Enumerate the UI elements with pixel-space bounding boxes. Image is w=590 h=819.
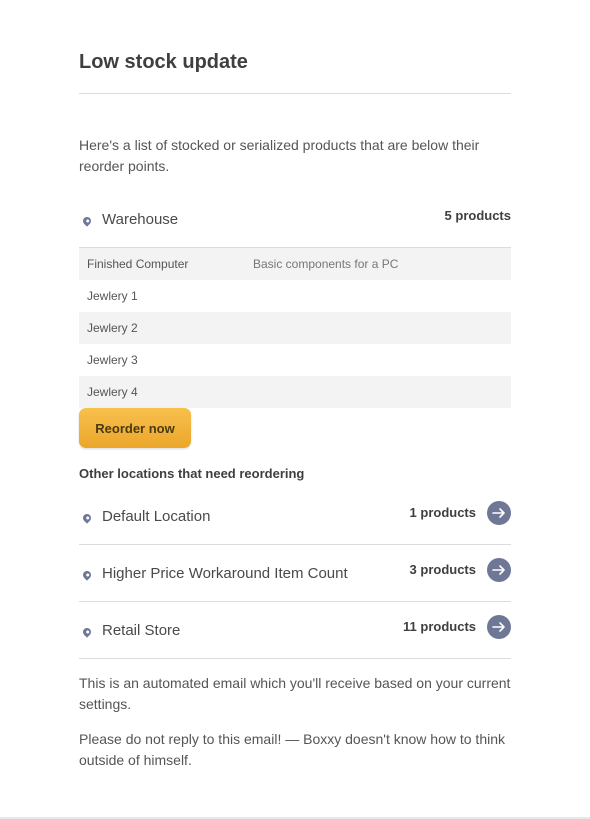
table-row: Jewlery 1	[79, 280, 511, 312]
product-description: Basic components for a PC	[253, 257, 399, 271]
product-name: Jewlery 2	[87, 321, 138, 335]
other-locations-heading: Other locations that need reordering	[79, 466, 305, 481]
location-pin-icon	[81, 512, 93, 524]
location-name: Higher Price Workaround Item Count	[102, 565, 348, 582]
product-name: Finished Computer	[87, 257, 189, 271]
location-count: 3 products	[409, 562, 476, 577]
product-name: Jewlery 4	[87, 385, 138, 399]
primary-location: Warehouse 5 products	[79, 208, 511, 238]
location-count: 5 products	[444, 208, 511, 223]
product-table: Finished Computer Basic components for a…	[79, 247, 511, 408]
location-row-retail-store[interactable]: Retail Store 11 products	[79, 615, 511, 649]
product-name: Jewlery 3	[87, 353, 138, 367]
table-row: Jewlery 3	[79, 344, 511, 376]
location-name: Default Location	[102, 508, 211, 525]
arrow-right-icon[interactable]	[487, 615, 511, 639]
row-divider	[79, 658, 511, 659]
row-divider	[79, 544, 511, 545]
location-name: Warehouse	[102, 211, 179, 228]
location-row-higher-price[interactable]: Higher Price Workaround Item Count 3 pro…	[79, 558, 511, 592]
location-name: Retail Store	[102, 622, 181, 639]
table-row: Jewlery 2	[79, 312, 511, 344]
location-count: 1 products	[409, 505, 476, 520]
automated-notice: This is an automated email which you'll …	[79, 675, 511, 712]
arrow-right-icon[interactable]	[487, 501, 511, 525]
arrow-right-icon[interactable]	[487, 558, 511, 582]
product-name: Jewlery 1	[87, 289, 138, 303]
no-reply-notice: Please do not reply to this email! — Box…	[79, 731, 506, 768]
reorder-now-button[interactable]: Reorder now	[79, 408, 191, 448]
intro-text: Here's a list of stocked or serialized p…	[79, 137, 480, 174]
table-row: Jewlery 4	[79, 376, 511, 408]
row-divider	[79, 601, 511, 602]
location-pin-icon	[81, 215, 93, 227]
email-title: Low stock update	[79, 51, 248, 73]
table-row: Finished Computer Basic components for a…	[79, 248, 511, 280]
title-divider	[79, 93, 511, 94]
location-pin-icon	[81, 626, 93, 638]
location-count: 11 products	[403, 619, 476, 634]
location-row-default[interactable]: Default Location 1 products	[79, 501, 511, 535]
location-pin-icon	[81, 569, 93, 581]
